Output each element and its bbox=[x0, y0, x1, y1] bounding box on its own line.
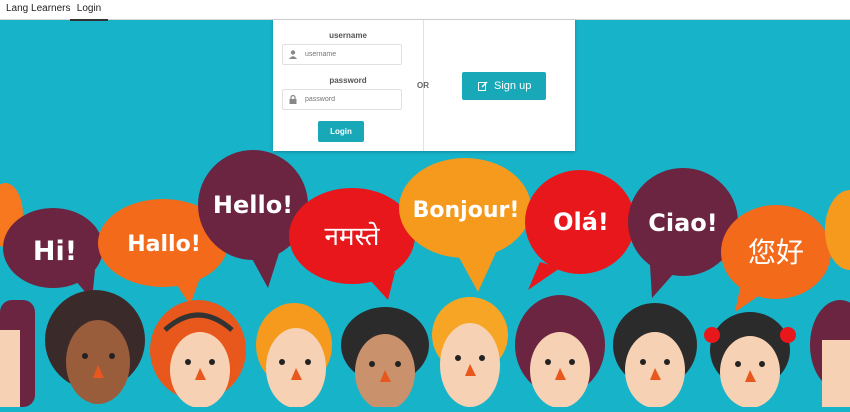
person-1 bbox=[0, 300, 35, 407]
greeting-ola: Olá! bbox=[553, 208, 609, 236]
or-separator: OR bbox=[417, 81, 429, 90]
greeting-bonjour: Bonjour! bbox=[413, 198, 520, 223]
username-label: username bbox=[329, 31, 367, 40]
greeting-namaste: नमस्ते bbox=[325, 221, 381, 252]
greeting-ciao: Ciao! bbox=[648, 209, 717, 237]
person-2 bbox=[45, 290, 145, 404]
person-7 bbox=[515, 295, 605, 408]
person-5 bbox=[341, 307, 429, 410]
username-input[interactable] bbox=[305, 47, 399, 62]
greeting-hi: Hi! bbox=[33, 236, 77, 267]
person-4 bbox=[256, 303, 332, 408]
top-navbar: Lang Learners Login bbox=[0, 0, 850, 21]
bubble-ciao: Ciao! bbox=[628, 168, 738, 298]
greeting-ninhao: 您好 bbox=[748, 236, 804, 269]
greeting-hello: Hello! bbox=[213, 191, 293, 219]
bubble-hi: Hi! bbox=[3, 208, 103, 300]
password-label: password bbox=[329, 76, 367, 85]
person-10 bbox=[810, 300, 850, 407]
greeting-hallo: Hallo! bbox=[127, 232, 201, 257]
password-input[interactable] bbox=[305, 92, 399, 107]
bubble-ninhao: 您好 bbox=[721, 205, 831, 312]
edit-icon bbox=[478, 81, 488, 91]
person-9 bbox=[704, 312, 796, 408]
brand-link[interactable]: Lang Learners bbox=[6, 0, 71, 20]
person-6 bbox=[432, 297, 508, 407]
nav-login-link[interactable]: Login bbox=[70, 0, 108, 21]
bubble-namaste: नमस्ते bbox=[289, 188, 415, 300]
bubble-bonjour: Bonjour! bbox=[399, 158, 531, 292]
user-icon bbox=[289, 50, 297, 59]
bubble-ola: Olá! bbox=[525, 170, 635, 290]
password-field[interactable] bbox=[282, 89, 402, 110]
login-card: username password Login OR Sign up bbox=[273, 20, 575, 151]
person-3 bbox=[150, 300, 246, 408]
login-button[interactable]: Login bbox=[318, 121, 364, 142]
username-field[interactable] bbox=[282, 44, 402, 65]
person-8 bbox=[613, 303, 697, 408]
signup-button[interactable]: Sign up bbox=[462, 72, 546, 100]
signup-button-label: Sign up bbox=[494, 80, 532, 92]
lock-icon bbox=[289, 95, 297, 104]
